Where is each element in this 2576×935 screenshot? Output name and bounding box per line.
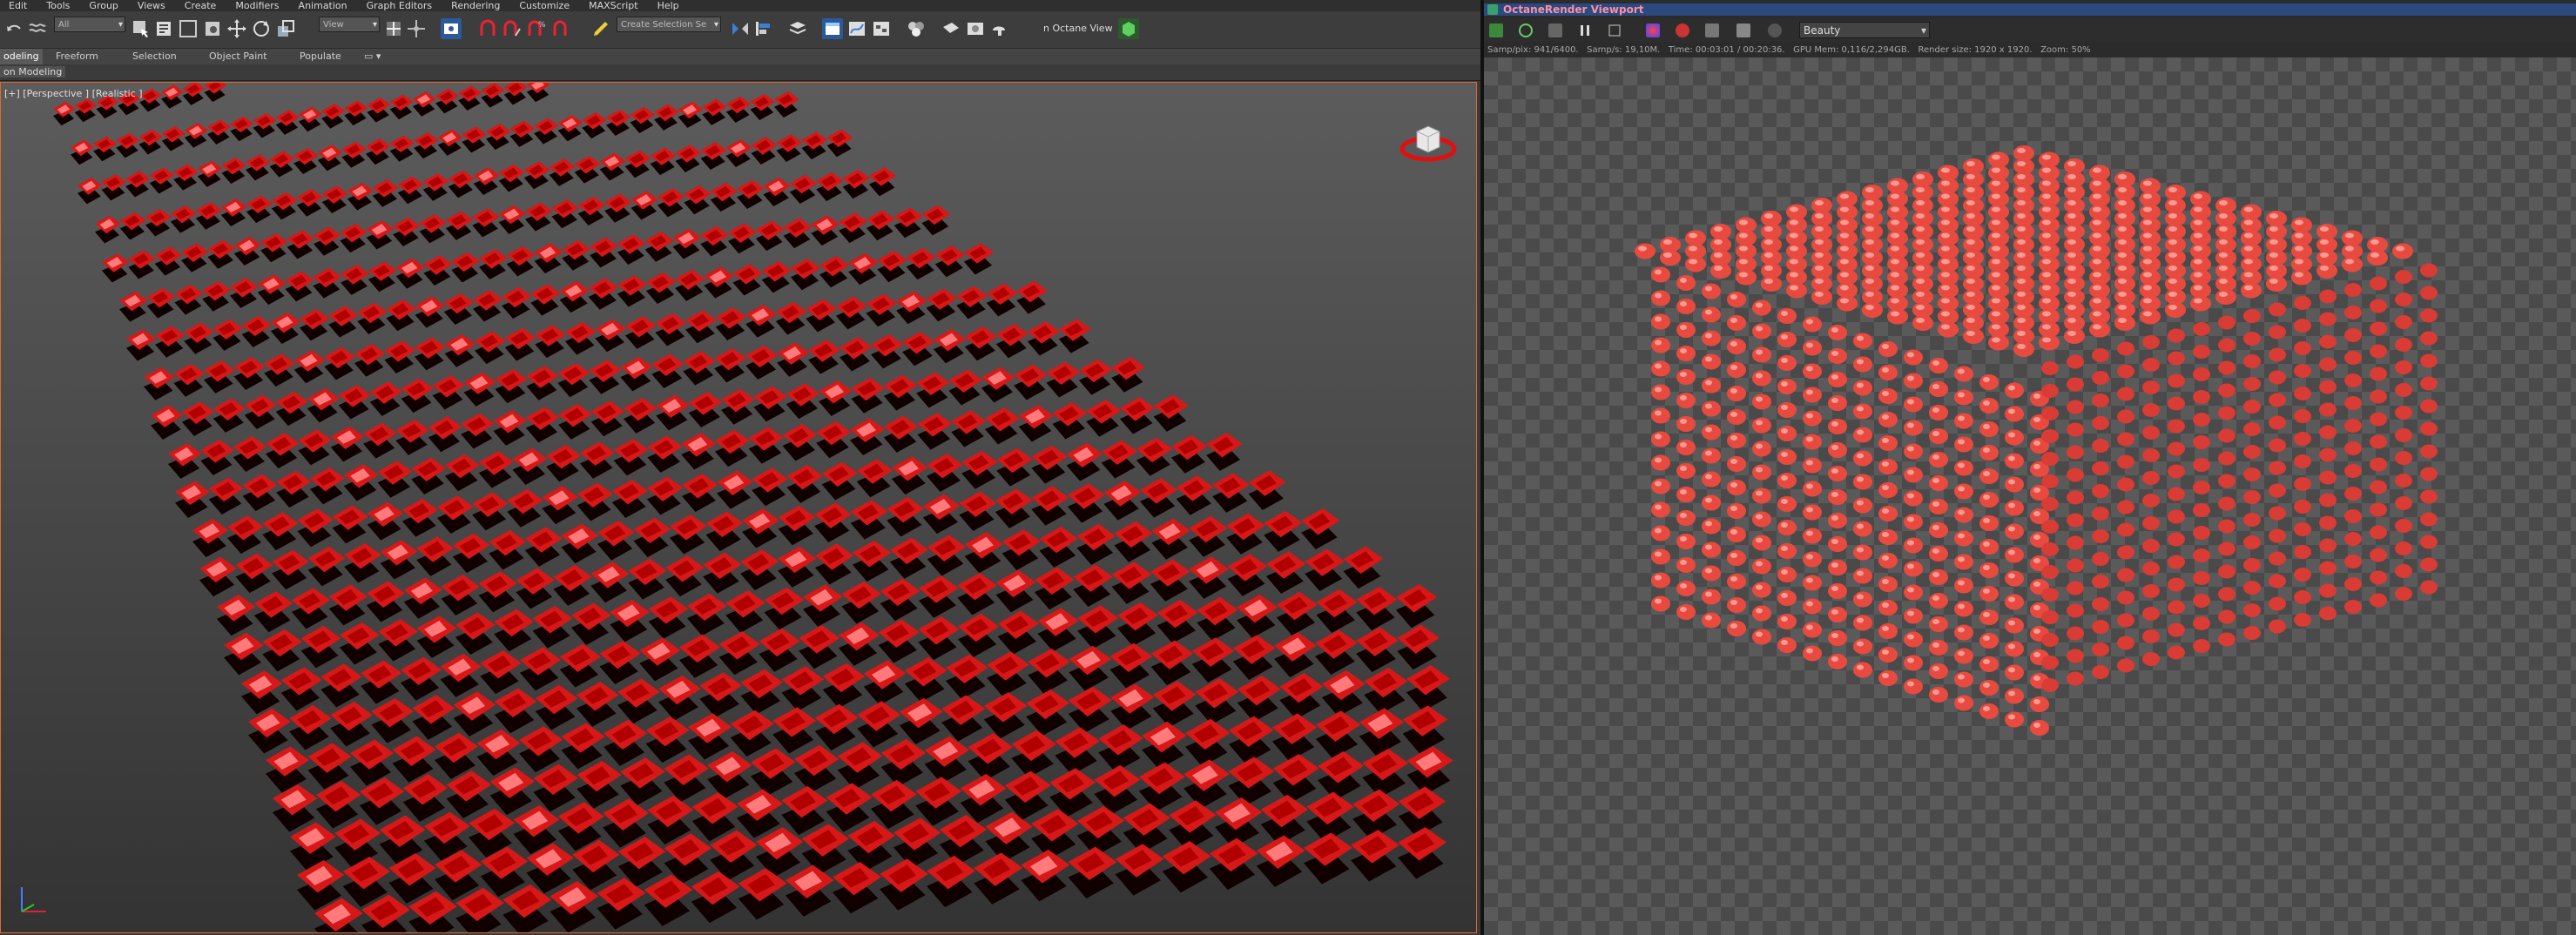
menu-item-group[interactable]: Group [89,0,118,11]
rotate-icon[interactable] [251,18,272,39]
max-main-window: Edit Tools Group Views Create Modifiers Animat… [0,0,1480,935]
render-scene [1635,145,2438,736]
render-production-icon[interactable] [989,18,1010,39]
material-editor-icon[interactable] [906,18,927,39]
align-icon[interactable] [752,18,773,39]
scene-explorer-icon[interactable] [822,18,843,39]
menu-item-maxscript[interactable]: MAXScript [589,0,637,11]
selection-filter-dropdown[interactable]: All [54,17,125,33]
octane-save-icon[interactable] [1705,24,1719,37]
teapot-array [53,83,1453,932]
viewport-label[interactable]: [+] [Perspective ] [Realistic ] [4,88,143,99]
edit-named-selection-icon[interactable] [590,18,611,39]
octane-viewport-window: OctaneRender Viewport Beauty Samp/pix: 9… [1484,0,2576,935]
octane-lock-icon[interactable] [1676,24,1689,37]
octane-camera-icon[interactable] [1768,24,1782,37]
status-samples: Samp/pix: 941/6400. [1487,45,1579,55]
menu-item-create[interactable]: Create [185,0,217,11]
perspective-viewport[interactable]: [+] [Perspective ] [Realistic ] [0,82,1477,933]
status-speed: Samp/s: 19,10M. [1587,45,1661,55]
mirror-icon[interactable] [730,18,751,39]
octane-color-picker-icon[interactable] [1646,24,1660,37]
menu-bar: Edit Tools Group Views Create Modifiers Animat… [0,0,1480,11]
ribbon-tab-modeling[interactable]: odeling [0,49,43,64]
menu-item-modifiers[interactable]: Modifiers [235,0,279,11]
curve-editor-icon[interactable] [846,18,867,39]
octane-title: OctaneRender Viewport [1503,3,1644,16]
layer-manager-icon[interactable] [787,18,808,39]
pivot-center-icon[interactable] [383,18,404,39]
octane-logo-icon [1487,4,1498,15]
viewport-scene [53,83,1453,932]
octane-stop-icon[interactable] [1548,24,1562,37]
octane-region-icon[interactable] [1608,24,1622,37]
spinner-snap-icon[interactable] [550,18,571,39]
snaps-toggle-icon[interactable] [477,18,498,39]
ribbon-panel-label-row: on Modeling [0,64,1480,81]
ribbon-tab-selection[interactable]: Selection [132,49,177,64]
reference-coordinate-dropdown[interactable]: View [319,17,380,33]
angle-snap-icon[interactable] [502,18,523,39]
octane-start-icon[interactable] [1489,24,1503,37]
ribbon-options-icon[interactable]: ▭ ▾ [364,49,381,64]
render-pass-dropdown[interactable]: Beauty [1799,22,1930,39]
scale-icon[interactable] [275,18,296,39]
named-selection-dropdown[interactable]: Create Selection Se [617,17,721,33]
status-gpu-mem: GPU Mem: 0,116/2,294GB. [1793,45,1910,55]
menu-item-animation[interactable]: Animation [299,0,347,11]
octane-settings-icon[interactable] [1736,24,1750,37]
schematic-view-icon[interactable] [871,18,892,39]
status-render-size: Render size: 1920 x 1920. [1918,45,2033,55]
select-by-name-icon[interactable] [153,18,174,39]
ribbon-panel-label: on Modeling [0,66,66,77]
render-setup-icon[interactable] [941,18,961,39]
modeling-ribbon: odeling Freeform Selection Object Paint … [0,49,1480,64]
move-icon[interactable] [226,18,247,39]
octane-pause-icon[interactable] [1578,24,1592,37]
percent-snap-icon[interactable]: % [526,18,547,39]
menu-item-edit[interactable]: Edit [9,0,27,11]
viewcube-icon[interactable] [1398,112,1459,173]
main-toolbar: All View % Create Selection Se n Octane … [0,11,1480,49]
octane-view-button[interactable]: n Octane View [1043,20,1113,37]
octane-render-canvas[interactable] [1484,57,2576,935]
ribbon-tab-populate[interactable]: Populate [300,49,341,64]
keyboard-shortcut-override-icon[interactable] [441,18,462,39]
menu-item-tools[interactable]: Tools [46,0,70,11]
menu-item-graph-editors[interactable]: Graph Editors [367,0,433,11]
link-icon[interactable] [26,18,47,39]
octane-title-bar: OctaneRender Viewport [1484,3,2576,16]
ribbon-tab-object-paint[interactable]: Object Paint [209,49,267,64]
octane-restart-icon[interactable] [1519,24,1533,37]
menu-item-help[interactable]: Help [657,0,679,11]
undo-icon[interactable] [3,18,24,39]
teapot-cube [1635,145,2438,736]
select-object-icon[interactable] [131,18,152,39]
octane-render-icon[interactable] [1118,18,1139,39]
rendered-frame-window-icon[interactable] [965,18,986,39]
ribbon-tab-freeform[interactable]: Freeform [56,49,98,64]
rectangular-selection-icon[interactable] [178,18,199,39]
window-crossing-icon[interactable] [202,18,223,39]
octane-status-bar: Samp/pix: 941/6400. Samp/s: 19,10M. Time… [1487,45,2091,55]
status-time: Time: 00:03:01 / 00:20:36. [1668,45,1785,55]
select-manipulate-icon[interactable] [406,18,427,39]
world-axis-icon [21,887,46,912]
svg-text:%: % [538,21,546,30]
octane-toolbar: Beauty [1484,19,2576,42]
menu-item-views[interactable]: Views [138,0,165,11]
status-zoom: Zoom: 50% [2040,45,2091,55]
menu-item-rendering[interactable]: Rendering [451,0,500,11]
menu-item-customize[interactable]: Customize [519,0,570,11]
